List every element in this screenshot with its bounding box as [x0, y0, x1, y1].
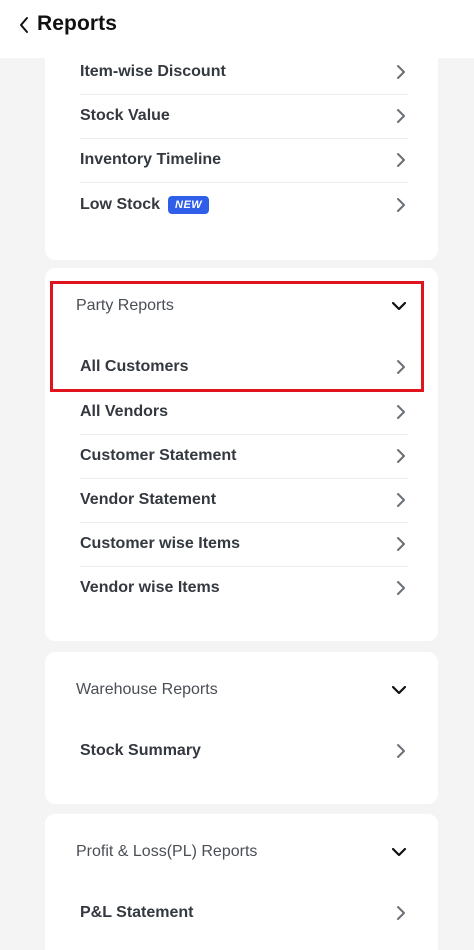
report-item-label: Stock Summary: [80, 742, 201, 759]
chevron-down-icon: [391, 685, 407, 695]
chevron-right-icon: [397, 744, 405, 758]
chevron-right-icon: [397, 109, 405, 123]
pl-reports-header[interactable]: Profit & Loss(PL) Reports: [76, 832, 408, 872]
report-item-label: Stock Value: [80, 107, 170, 124]
back-button[interactable]: [14, 14, 34, 36]
section-title: Warehouse Reports: [76, 681, 218, 698]
chevron-right-icon: [397, 449, 405, 463]
chevron-right-icon: [397, 906, 405, 920]
report-item-label: Customer wise Items: [80, 535, 241, 552]
report-item-label: P&L Statement: [80, 904, 194, 921]
warehouse-reports-header[interactable]: Warehouse Reports: [76, 670, 408, 710]
highlight-box: [50, 281, 424, 392]
report-item-low-stock[interactable]: Low Stock NEW: [80, 183, 408, 227]
report-item-label: Customer Statement: [80, 447, 237, 464]
new-badge: NEW: [168, 196, 210, 214]
report-item-all-vendors[interactable]: All Vendors: [80, 390, 408, 434]
chevron-right-icon: [397, 493, 405, 507]
report-item-inventory-timeline[interactable]: Inventory Timeline: [80, 138, 408, 182]
report-item-label: Vendor Statement: [80, 491, 217, 508]
chevron-right-icon: [397, 153, 405, 167]
report-item-vendor-statement[interactable]: Vendor Statement: [80, 478, 408, 522]
report-item-stock-summary[interactable]: Stock Summary: [80, 729, 408, 773]
report-item-stock-value[interactable]: Stock Value: [80, 94, 408, 138]
chevron-right-icon: [397, 405, 405, 419]
report-item-label: All Vendors: [80, 403, 169, 420]
chevron-right-icon: [397, 65, 405, 79]
pl-reports-card: Profit & Loss(PL) Reports P&L Statement: [45, 814, 438, 950]
page-title: Reports: [37, 12, 118, 35]
chevron-left-icon: [20, 17, 28, 33]
warehouse-reports-card: Warehouse Reports Stock Summary: [45, 652, 438, 804]
chevron-down-icon: [391, 847, 407, 857]
chevron-right-icon: [397, 581, 405, 595]
chevron-right-icon: [397, 198, 405, 212]
report-item-label: Item-wise Discount: [80, 63, 226, 80]
report-item-vendor-wise-items[interactable]: Vendor wise Items: [80, 566, 408, 610]
report-item-label: Inventory Timeline: [80, 151, 222, 168]
chevron-right-icon: [397, 537, 405, 551]
report-item-label: Vendor wise Items: [80, 579, 220, 596]
section-title: Profit & Loss(PL) Reports: [76, 843, 258, 860]
report-item-discount[interactable]: Item-wise Discount: [80, 50, 408, 94]
report-item-pl-statement[interactable]: P&L Statement: [80, 891, 408, 935]
inventory-reports-card: Item-wise Discount Stock Value Inventory…: [45, 58, 438, 260]
report-item-customer-wise-items[interactable]: Customer wise Items: [80, 522, 408, 566]
report-item-customer-statement[interactable]: Customer Statement: [80, 434, 408, 478]
report-item-label: Low Stock: [80, 196, 161, 213]
